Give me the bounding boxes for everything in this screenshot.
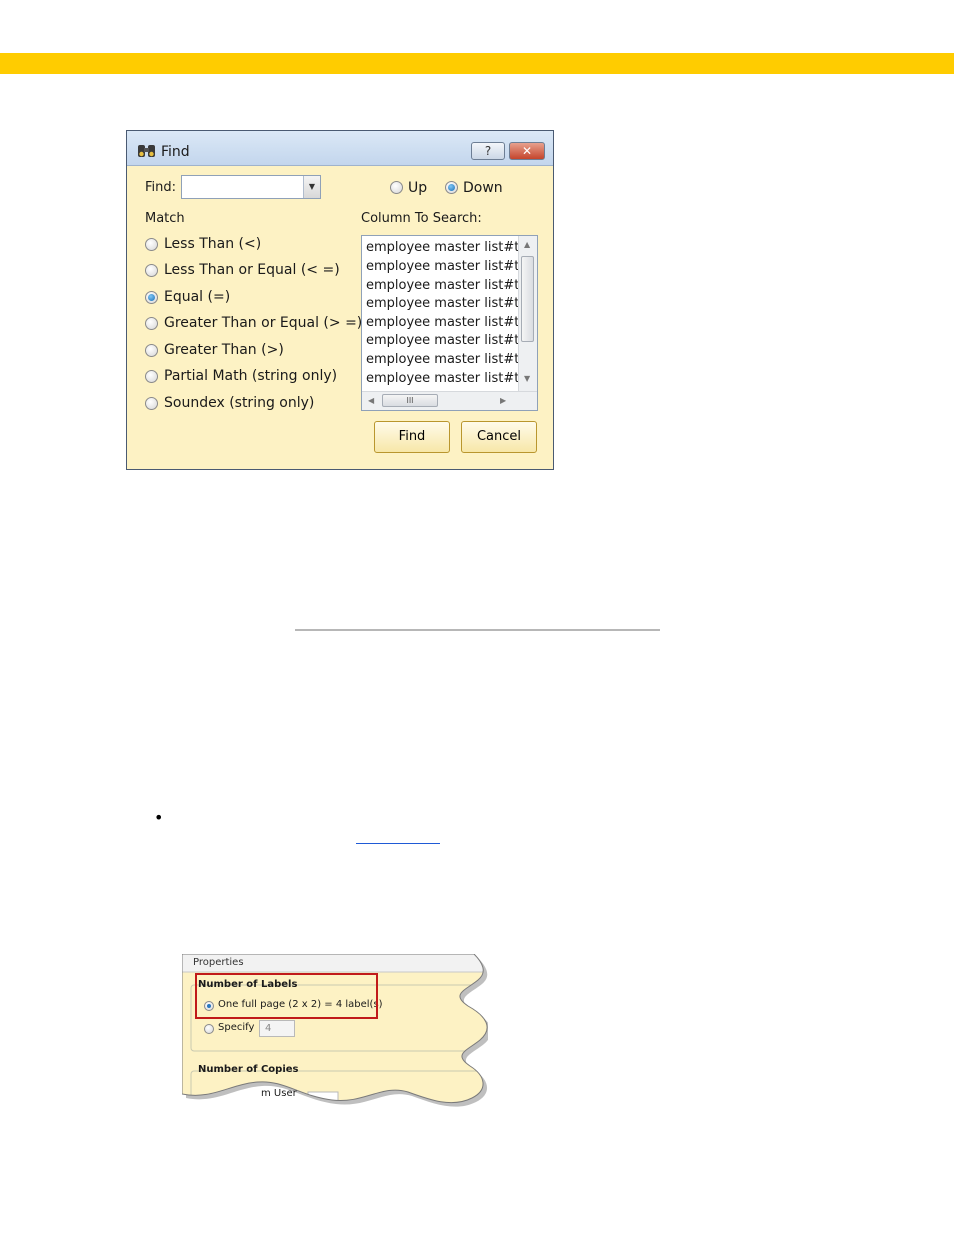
- vertical-scroll-thumb[interactable]: [521, 256, 534, 342]
- horizontal-scrollbar[interactable]: ◀ III ▶: [362, 391, 537, 410]
- match-option-label: Less Than or Equal (< =): [164, 262, 340, 278]
- vertical-scrollbar[interactable]: ▲ ▼: [518, 236, 537, 392]
- scroll-down-icon[interactable]: ▼: [524, 374, 530, 383]
- direction-up-label: Up: [408, 180, 428, 196]
- find-dialog: Find ? ✕ Find: ▼ Up Down Match Column To…: [126, 130, 554, 470]
- match-radio[interactable]: [145, 238, 158, 251]
- hyperlink-underline[interactable]: [356, 843, 440, 844]
- direction-up-radio[interactable]: [390, 181, 403, 194]
- column-list-item[interactable]: employee master list#tx: [366, 296, 527, 311]
- help-button[interactable]: ?: [471, 142, 505, 160]
- match-radio[interactable]: [145, 344, 158, 357]
- highlight-box: [195, 973, 378, 1019]
- close-button[interactable]: ✕: [509, 142, 545, 160]
- column-list-item[interactable]: employee master list#tx: [366, 278, 527, 293]
- match-option-label: Greater Than or Equal (> =): [164, 315, 363, 331]
- from-user-label: m User: [261, 1088, 297, 1099]
- match-label: Match: [145, 211, 185, 226]
- match-radio[interactable]: [145, 264, 158, 277]
- cancel-button[interactable]: Cancel: [461, 421, 537, 453]
- scroll-up-icon[interactable]: ▲: [524, 240, 530, 249]
- match-option-label: Partial Math (string only): [164, 368, 338, 384]
- list-bullet: •: [154, 808, 164, 827]
- specify-count-input[interactable]: 4: [259, 1020, 295, 1037]
- match-option[interactable]: Soundex (string only): [145, 395, 355, 413]
- column-list-item[interactable]: employee master list#tx: [366, 371, 527, 386]
- column-to-search-label: Column To Search:: [361, 211, 482, 226]
- match-option-label: Less Than (<): [164, 236, 262, 252]
- match-option[interactable]: Partial Math (string only): [145, 368, 355, 386]
- number-of-copies-heading: Number of Copies: [198, 1064, 299, 1075]
- match-option[interactable]: Greater Than (>): [145, 342, 355, 360]
- find-input[interactable]: ▼: [181, 175, 321, 199]
- match-radio[interactable]: [145, 317, 158, 330]
- match-option[interactable]: Less Than or Equal (< =): [145, 262, 355, 280]
- dialog-title: Find: [161, 144, 190, 160]
- find-button[interactable]: Find: [374, 421, 450, 453]
- binoculars-icon: [138, 145, 155, 157]
- match-option-label: Equal (=): [164, 289, 231, 305]
- column-list-item[interactable]: employee master list#tx: [366, 259, 527, 274]
- match-radio[interactable]: [145, 370, 158, 383]
- direction-down-radio[interactable]: [445, 181, 458, 194]
- properties-title: Properties: [193, 957, 244, 968]
- specify-radio[interactable]: [204, 1024, 214, 1034]
- match-option[interactable]: Less Than (<): [145, 236, 355, 254]
- match-option[interactable]: Equal (=): [145, 289, 355, 307]
- top-accent-bar: [0, 53, 954, 74]
- match-radio[interactable]: [145, 291, 158, 304]
- match-option-label: Soundex (string only): [164, 395, 315, 411]
- section-divider: [295, 629, 660, 631]
- column-list[interactable]: employee master list#tx employee master …: [361, 235, 538, 411]
- chevron-down-icon[interactable]: ▼: [303, 176, 320, 198]
- scroll-left-icon[interactable]: ◀: [368, 396, 374, 405]
- dialog-title-bar: Find ? ✕: [127, 131, 553, 166]
- column-list-item[interactable]: employee master list#tx: [366, 315, 527, 330]
- match-option-label: Greater Than (>): [164, 342, 284, 358]
- direction-down-label: Down: [463, 180, 503, 196]
- match-radio[interactable]: [145, 397, 158, 410]
- column-list-item[interactable]: employee master list#tx: [366, 333, 527, 348]
- specify-option-label: Specify: [218, 1022, 255, 1033]
- scroll-right-icon[interactable]: ▶: [500, 396, 506, 405]
- find-label: Find:: [145, 180, 177, 195]
- column-list-item[interactable]: employee master list#tx: [366, 352, 527, 367]
- properties-panel: Properties Number of Labels One full pag…: [182, 954, 488, 1109]
- column-list-item[interactable]: employee master list#tx: [366, 240, 527, 255]
- match-option[interactable]: Greater Than or Equal (> =): [145, 315, 362, 333]
- horizontal-scroll-thumb[interactable]: III: [382, 394, 438, 407]
